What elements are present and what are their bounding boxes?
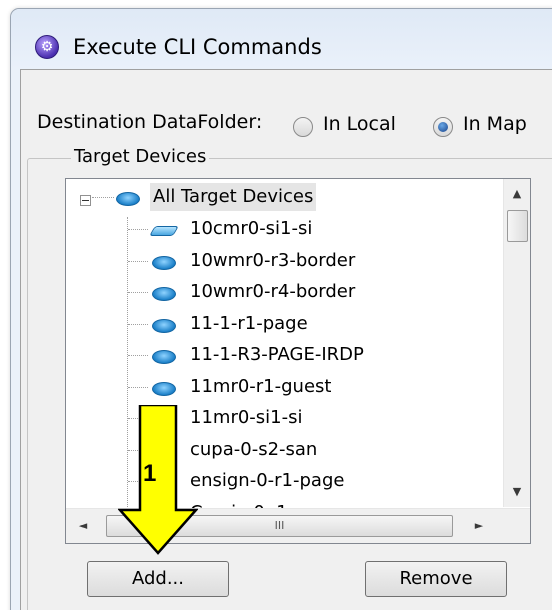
screenshot-root: ⚙ Execute CLI Commands Destination DataF…	[0, 0, 552, 610]
vertical-scroll-thumb[interactable]	[507, 210, 528, 242]
tree-item-label: 11mr0-si1-si	[190, 407, 303, 428]
tree-connector	[128, 386, 148, 388]
tree-connector	[128, 260, 148, 262]
tree-item-device[interactable]: 10wmr0-r3-border	[66, 247, 496, 275]
tree-root-label: All Target Devices	[150, 183, 317, 211]
tree-connector	[128, 323, 148, 325]
destination-label: Destination DataFolder:	[37, 111, 263, 133]
radio-in-map[interactable]	[433, 117, 453, 137]
tree-root-all-target-devices[interactable]: All Target Devices	[66, 183, 496, 211]
radio-in-local[interactable]	[293, 117, 313, 137]
router-icon	[152, 381, 176, 396]
tree-item-label: 10cmr0-si1-si	[190, 218, 313, 239]
tree-connector	[128, 355, 148, 356]
tree-item-label: cupa-0-s2-san	[190, 438, 318, 460]
remove-device-button[interactable]: Remove	[365, 561, 507, 597]
tree-connector	[128, 292, 148, 293]
callout-step-number: 1	[143, 460, 157, 487]
scroll-right-icon[interactable]: ►	[466, 515, 492, 537]
dialog-title: Execute CLI Commands	[73, 35, 322, 59]
radio-in-local-label[interactable]: In Local	[323, 113, 396, 135]
tree-item-label: 11mr0-r1-guest	[190, 375, 332, 397]
router-icon	[152, 350, 176, 364]
scroll-down-icon[interactable]: ▼	[504, 481, 530, 503]
scroll-up-icon[interactable]: ▲	[504, 183, 530, 205]
device-group-icon	[116, 192, 140, 206]
add-device-button[interactable]: Add...	[87, 561, 229, 597]
title-bar[interactable]: ⚙ Execute CLI Commands	[11, 9, 552, 69]
vertical-scrollbar[interactable]: ▲ ▼	[503, 179, 530, 507]
tree-item-device[interactable]: 10wmr0-r4-border	[66, 278, 496, 306]
tree-item-device[interactable]: 10cmr0-si1-si	[66, 215, 496, 243]
tree-item-label: 11-1-r1-page	[190, 312, 308, 334]
switch-icon	[149, 226, 179, 236]
tree-connector	[128, 229, 148, 230]
tree-item-device[interactable]: 11mr0-r1-guest	[66, 373, 496, 401]
collapse-toggle-icon[interactable]	[80, 195, 91, 206]
scroll-left-icon[interactable]: ◄	[70, 515, 96, 537]
tree-item-device[interactable]: 11-1-r1-page	[66, 310, 496, 338]
target-devices-group-label: Target Devices	[71, 146, 210, 167]
tree-item-device[interactable]: 11-1-R3-PAGE-IRDP	[66, 341, 496, 369]
yellow-callout-arrow-icon	[118, 405, 198, 555]
tree-connector	[92, 197, 114, 198]
tree-item-label: ensign-0-r1-page	[190, 470, 345, 491]
tree-item-label: 10wmr0-r3-border	[190, 249, 356, 271]
tree-item-label: 10wmr0-r4-border	[190, 281, 356, 302]
router-icon	[152, 287, 176, 301]
app-logo-icon: ⚙	[35, 35, 59, 59]
radio-in-map-label[interactable]: In Map	[463, 113, 527, 135]
tree-item-label: 11-1-R3-PAGE-IRDP	[190, 344, 364, 365]
router-icon	[152, 318, 176, 333]
router-icon	[152, 255, 176, 270]
